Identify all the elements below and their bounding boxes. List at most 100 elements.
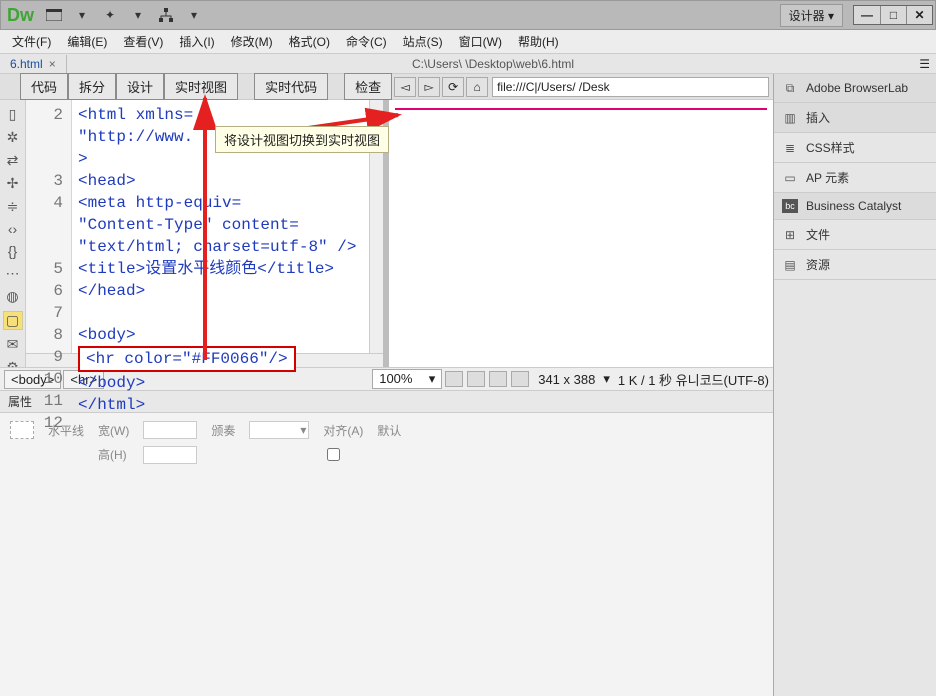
menu-bar: 文件(F) 编辑(E) 查看(V) 插入(I) 修改(M) 格式(O) 命令(C… [0, 30, 936, 54]
menu-edit[interactable]: 编辑(E) [61, 31, 113, 52]
menu-format[interactable]: 格式(O) [283, 31, 336, 52]
panel-label: Adobe BrowserLab [806, 81, 908, 95]
window-controls: — □ ✕ [853, 5, 933, 25]
dimensions: 341 x 388 [538, 372, 595, 387]
panel-browserlab[interactable]: ⧉ Adobe BrowserLab [774, 74, 936, 103]
properties-panel: 水平线 宽(W) 颁奏 ▾ 对齐(A) 默认 高(H) [0, 413, 773, 696]
status-icon[interactable] [489, 371, 507, 387]
dropdown-icon[interactable]: ▾ [72, 5, 92, 25]
tab-label: 6.html [10, 57, 43, 71]
minimize-button[interactable]: — [854, 6, 880, 24]
height-field[interactable] [143, 446, 197, 464]
panel-label: 文件 [806, 226, 830, 243]
forward-icon[interactable]: ▻ [418, 77, 440, 97]
dropdown-icon[interactable]: ▾ [184, 5, 204, 25]
doc-info: 1 K / 1 秒 유니코드(UTF-8) [618, 370, 769, 389]
view-toolbar: 代码 拆分 设计 实时视图 实时代码 检查 ◅ ▻ ⟳ ⌂ file:///C|… [0, 74, 773, 100]
tool-icon[interactable]: ‹› [3, 221, 23, 237]
tool-icon[interactable]: ⋯ [3, 265, 23, 282]
menu-site[interactable]: 站点(S) [397, 31, 449, 52]
panel-assets[interactable]: ▤ 资源 [774, 250, 936, 280]
zoom-select[interactable]: 100%▾ [372, 369, 442, 389]
width-label: 宽(W) [98, 422, 129, 439]
menu-command[interactable]: 命令(C) [340, 31, 393, 52]
height-label: 高(H) [98, 446, 129, 463]
home-icon[interactable]: ⌂ [466, 77, 488, 97]
title-bar: Dw ▾ ✦ ▾ ▾ 设计器 ▾ — □ ✕ [0, 0, 936, 30]
extension-icon[interactable]: ✦ [100, 5, 120, 25]
live-preview [383, 100, 773, 367]
align-label: 对齐(A) [323, 422, 363, 439]
right-panels: ⧉ Adobe BrowserLab ▥ 插入 ≣ CSS样式 ▭ AP 元素 … [774, 74, 936, 696]
menu-window[interactable]: 窗口(W) [453, 31, 508, 52]
dropdown-icon[interactable]: ▾ [128, 5, 148, 25]
code-toolbar: ▯ ✲ ⇄ ✢ ≑ ‹› {} ⋯ ◍ ▢ ✉ ⚙ ≣ [0, 100, 26, 367]
checkbox[interactable] [327, 448, 340, 461]
app-logo: Dw [7, 5, 34, 26]
tab-6html[interactable]: 6.html × [0, 55, 67, 73]
maximize-button[interactable]: □ [880, 6, 906, 24]
tool-icon[interactable]: ◍ [3, 288, 23, 305]
ap-icon: ▭ [782, 170, 798, 186]
live-code-button[interactable]: 实时代码 [254, 73, 328, 100]
close-tab-icon[interactable]: × [49, 57, 56, 71]
document-path: C:\Users\ \Desktop\web\6.html [67, 57, 920, 71]
panel-label: Business Catalyst [806, 199, 901, 213]
workspace: 代码 拆分 设计 实时视图 实时代码 检查 ◅ ▻ ⟳ ⌂ file:///C|… [0, 74, 936, 696]
left-pane: 代码 拆分 设计 实时视图 实时代码 检查 ◅ ▻ ⟳ ⌂ file:///C|… [0, 74, 774, 696]
tool-icon[interactable]: ▯ [3, 106, 23, 123]
refresh-icon[interactable]: ⟳ [442, 77, 464, 97]
panel-label: 资源 [806, 256, 830, 273]
tooltip: 将设计视图切换到实时视图 [215, 126, 389, 153]
view-design-button[interactable]: 设计 [116, 73, 164, 100]
close-button[interactable]: ✕ [906, 6, 932, 24]
tab-menu-icon[interactable]: ☰ [919, 57, 930, 71]
panel-label: 插入 [806, 109, 830, 126]
panel-label: CSS样式 [806, 139, 855, 156]
tool-icon[interactable]: ✉ [3, 336, 23, 353]
css-icon: ≣ [782, 140, 798, 156]
back-icon[interactable]: ◅ [394, 77, 416, 97]
tool-icon[interactable]: ✢ [3, 175, 23, 192]
document-tabs: 6.html × C:\Users\ \Desktop\web\6.html ☰ [0, 54, 936, 74]
line-gutter: 2 3 4 5 6 7 8 9 10 11 12 [26, 100, 72, 353]
workspace-selector[interactable]: 设计器 ▾ [780, 4, 843, 27]
status-icon[interactable] [445, 371, 463, 387]
bc-icon: bc [782, 199, 798, 213]
files-icon: ⊞ [782, 227, 798, 243]
class-select[interactable]: ▾ [249, 421, 309, 439]
view-code-button[interactable]: 代码 [20, 73, 68, 100]
tool-icon[interactable]: ▢ [3, 311, 23, 330]
panel-label: AP 元素 [806, 169, 849, 186]
address-bar[interactable]: file:///C|/Users/ /Desk [492, 77, 769, 97]
menu-file[interactable]: 文件(F) [6, 31, 57, 52]
panel-css[interactable]: ≣ CSS样式 [774, 133, 936, 163]
status-icon[interactable] [511, 371, 529, 387]
status-icon[interactable] [467, 371, 485, 387]
menu-insert[interactable]: 插入(I) [173, 31, 220, 52]
align-value: 默认 [377, 422, 401, 439]
browserlab-icon: ⧉ [782, 80, 798, 96]
assets-icon: ▤ [782, 257, 798, 273]
tool-icon[interactable]: ✲ [3, 129, 23, 146]
menu-view[interactable]: 查看(V) [117, 31, 169, 52]
panel-bc[interactable]: bc Business Catalyst [774, 193, 936, 220]
tool-icon[interactable]: {} [3, 243, 23, 259]
menu-modify[interactable]: 修改(M) [225, 31, 279, 52]
panel-files[interactable]: ⊞ 文件 [774, 220, 936, 250]
layout-icon[interactable] [44, 5, 64, 25]
tool-icon[interactable]: ≑ [3, 198, 23, 215]
width-field[interactable] [143, 421, 197, 439]
site-icon[interactable] [156, 5, 176, 25]
inspect-button[interactable]: 检查 [344, 73, 392, 100]
class-label: 颁奏 [211, 422, 235, 439]
panel-ap[interactable]: ▭ AP 元素 [774, 163, 936, 193]
menu-help[interactable]: 帮助(H) [512, 31, 565, 52]
tool-icon[interactable]: ⇄ [3, 152, 23, 169]
highlighted-line: <hr color="#FF0066"/> [78, 346, 296, 372]
panel-insert[interactable]: ▥ 插入 [774, 103, 936, 133]
insert-icon: ▥ [782, 110, 798, 126]
view-live-button[interactable]: 实时视图 [164, 73, 238, 100]
hr-element [395, 108, 767, 110]
view-split-button[interactable]: 拆分 [68, 73, 116, 100]
